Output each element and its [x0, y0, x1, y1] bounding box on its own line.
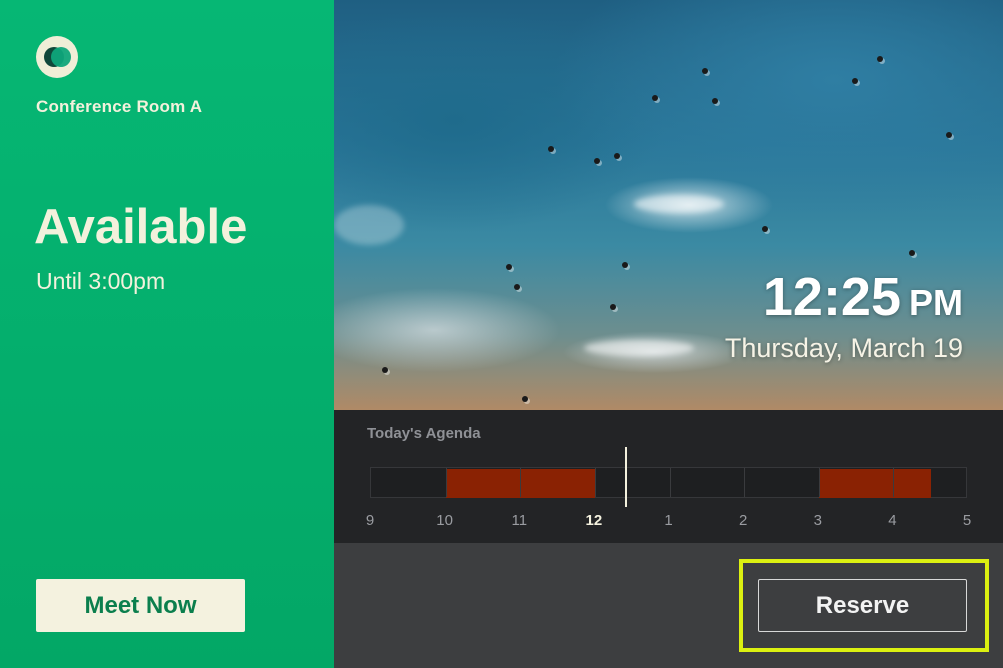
clock: 12:25 PM	[763, 266, 963, 328]
agenda-hour-tick	[520, 468, 522, 497]
clock-ampm: PM	[909, 282, 963, 323]
agenda-title: Today's Agenda	[367, 425, 481, 442]
agenda-hour-tick	[744, 468, 746, 497]
agenda-booking[interactable]	[818, 469, 931, 498]
background-photo: 12:25 PM Thursday, March 19	[334, 0, 1003, 410]
clock-date: Thursday, March 19	[724, 333, 963, 363]
agenda-timeline[interactable]	[370, 467, 967, 498]
reserve-button[interactable]: Reserve	[758, 579, 967, 632]
agenda-hour-tick	[594, 468, 596, 497]
agenda-hour-label: 2	[738, 512, 748, 529]
agenda-hour-tick	[669, 468, 671, 497]
agenda-hour-label: 4	[888, 512, 897, 529]
agenda-hour-label: 10	[436, 512, 453, 529]
agenda-panel: Today's Agenda 9 10 11 12 1 2 3 4 5	[334, 410, 1003, 543]
availability-status: Available	[34, 200, 248, 254]
status-panel: Conference Room A Available Until 3:00pm…	[0, 0, 334, 668]
agenda-hour-label: 3	[813, 512, 822, 529]
agenda-hour-label: 9	[365, 512, 375, 529]
agenda-hour-label: 5	[962, 512, 972, 529]
agenda-hour-label: 12	[585, 512, 603, 529]
agenda-hour-tick	[818, 468, 820, 497]
availability-until: Until 3:00pm	[36, 268, 166, 294]
clock-time: 12:25	[762, 267, 901, 327]
room-name: Conference Room A	[36, 97, 203, 116]
agenda-hour-tick	[445, 468, 447, 497]
meet-now-button[interactable]: Meet Now	[36, 579, 245, 632]
agenda-hour-label: 1	[664, 512, 673, 529]
agenda-hour-label: 11	[511, 512, 528, 529]
app-logo	[36, 36, 78, 78]
current-time-indicator	[625, 447, 628, 507]
agenda-hour-tick	[893, 468, 895, 497]
